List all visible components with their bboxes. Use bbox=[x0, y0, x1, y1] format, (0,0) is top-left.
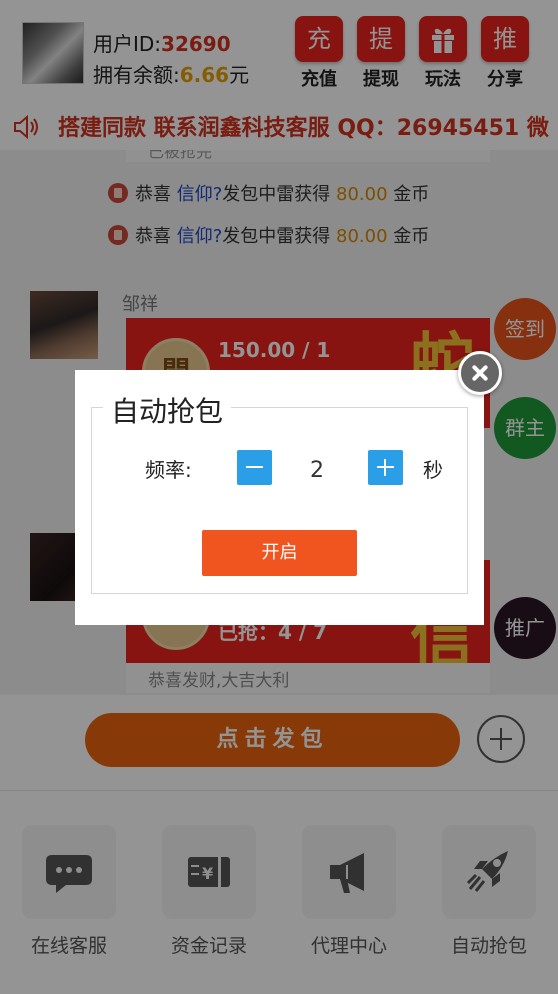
frequency-label: 频率: bbox=[145, 458, 192, 482]
decrement-button[interactable] bbox=[237, 450, 272, 485]
close-icon[interactable] bbox=[458, 351, 502, 395]
frequency-value[interactable]: 2 bbox=[287, 458, 347, 483]
start-button[interactable]: 开启 bbox=[202, 530, 357, 576]
auto-grab-dialog: 自动抢包 频率: 2 秒 开启 bbox=[75, 370, 484, 625]
frequency-unit: 秒 bbox=[423, 458, 443, 482]
minus-icon bbox=[246, 466, 263, 468]
dialog-title: 自动抢包 bbox=[103, 390, 232, 430]
increment-button[interactable] bbox=[368, 450, 403, 485]
